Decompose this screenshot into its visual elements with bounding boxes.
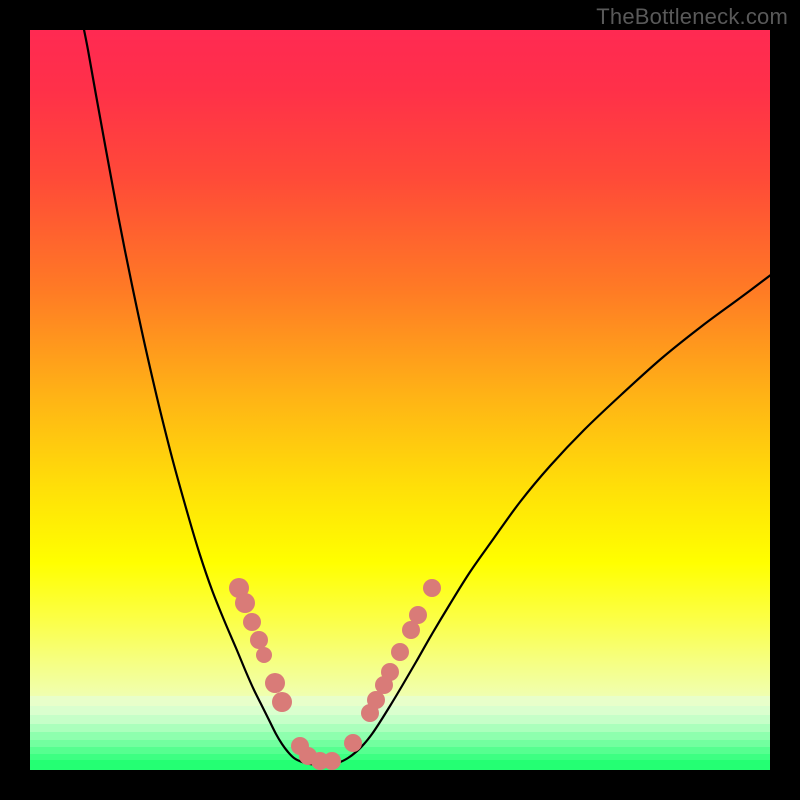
data-point-marker	[409, 606, 427, 624]
plot-area	[30, 30, 770, 770]
data-point-marker	[381, 663, 399, 681]
watermark-text: TheBottleneck.com	[596, 4, 788, 30]
data-point-marker	[235, 593, 255, 613]
data-point-marker	[272, 692, 292, 712]
data-point-marker	[243, 613, 261, 631]
left-branch-curve	[82, 30, 320, 765]
data-point-marker	[250, 631, 268, 649]
data-point-marker	[256, 647, 272, 663]
data-point-marker	[423, 579, 441, 597]
data-point-marker	[391, 643, 409, 661]
data-point-marker	[323, 752, 341, 770]
chart-container: TheBottleneck.com	[0, 0, 800, 800]
curve-layer	[30, 30, 770, 770]
data-point-marker	[265, 673, 285, 693]
data-point-marker	[344, 734, 362, 752]
